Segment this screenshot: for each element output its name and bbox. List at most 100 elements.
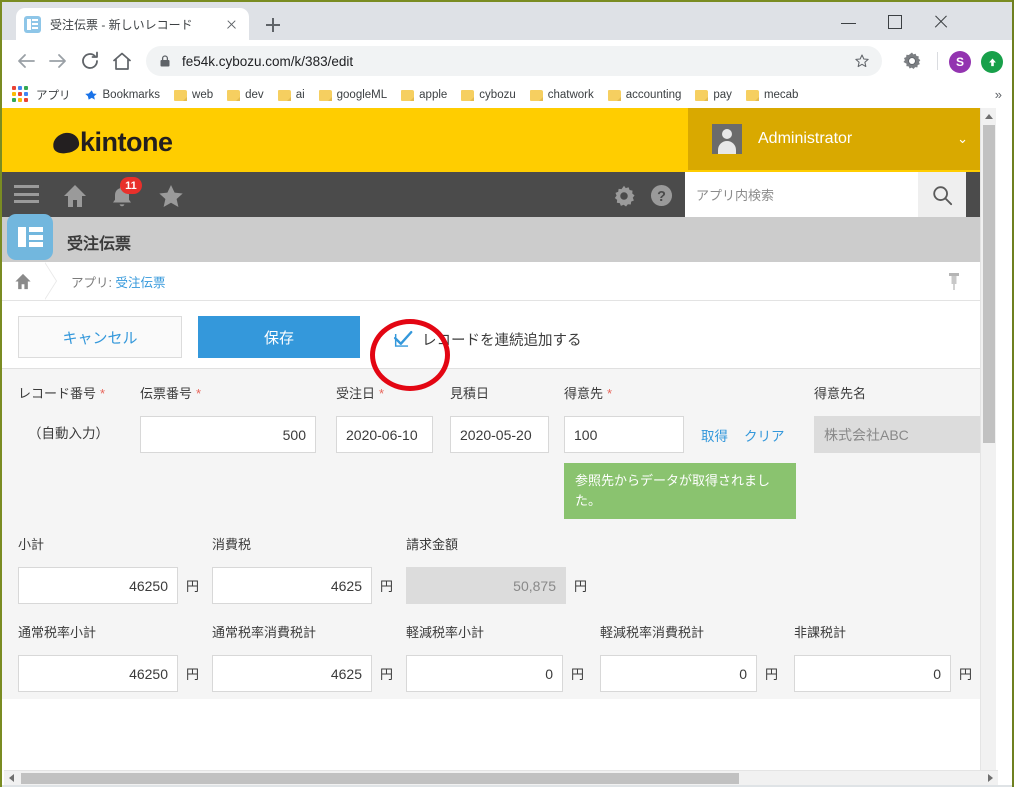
standard-tax-input[interactable]: 4625 <box>212 655 372 692</box>
user-menu[interactable]: Administrator ⌄ <box>688 108 996 170</box>
breadcrumb-separator <box>44 262 57 300</box>
extensions-gear-icon[interactable] <box>902 51 922 71</box>
lookup-clear-link[interactable]: クリア <box>744 425 785 445</box>
field-customer-name: 得意先名 株式会社ABC <box>814 383 992 453</box>
bookmark-label: cybozu <box>479 89 516 101</box>
profile-avatar[interactable]: S <box>949 51 971 73</box>
bookmark-bookmarks[interactable]: Bookmarks <box>84 89 161 102</box>
kintone-logo-text: kintone <box>80 127 173 157</box>
back-icon[interactable] <box>14 49 38 73</box>
new-tab-icon[interactable] <box>260 12 286 38</box>
browser-toolbar: fe54k.cybozu.com/k/383/edit S <box>2 40 1012 82</box>
avatar <box>712 124 742 154</box>
search-icon <box>933 185 953 205</box>
close-tab-icon[interactable] <box>221 14 241 34</box>
search-button[interactable] <box>918 172 966 217</box>
field-label: 伝票番号 * <box>140 386 202 401</box>
standard-subtotal-input[interactable]: 46250 <box>18 655 178 692</box>
folder-icon <box>529 89 543 101</box>
cancel-button[interactable]: キャンセル <box>18 316 182 358</box>
customer-code-input[interactable]: 100 <box>564 416 684 453</box>
scrollbar-thumb-horizontal[interactable] <box>21 773 739 784</box>
quote-date-input[interactable]: 2020-05-20 <box>450 416 549 453</box>
field-label: 得意先 * <box>564 386 613 401</box>
field-label: 通常税率消費税計 <box>212 625 317 640</box>
app-title: 受注伝票 <box>67 236 132 253</box>
lookup-fetch-link[interactable]: 取得 <box>701 425 728 445</box>
bookmark-accounting[interactable]: accounting <box>607 89 681 101</box>
reload-icon[interactable] <box>78 49 102 73</box>
menu-icon[interactable] <box>14 184 39 205</box>
save-button[interactable]: 保存 <box>198 316 360 358</box>
favorites-star-icon[interactable] <box>158 184 184 209</box>
page-scrollbar-vertical[interactable] <box>980 108 996 785</box>
reduced-tax-input[interactable]: 0 <box>600 655 757 692</box>
order-date-input[interactable]: 2020-06-10 <box>336 416 433 453</box>
field-label: 小計 <box>18 537 45 552</box>
unit-label: 円 <box>959 667 973 682</box>
update-browser-button[interactable] <box>981 51 1003 73</box>
breadcrumb-app-link[interactable]: 受注伝票 <box>115 276 165 290</box>
breadcrumb-prefix: アプリ: <box>71 275 112 290</box>
user-name: Administrator <box>758 130 853 147</box>
bookmark-web[interactable]: web <box>174 89 213 101</box>
tax-input[interactable]: 4625 <box>212 567 372 604</box>
scroll-left-icon[interactable] <box>4 771 19 785</box>
home-icon[interactable] <box>62 184 88 208</box>
reduced-subtotal-input[interactable]: 0 <box>406 655 563 692</box>
field-slip-number: 伝票番号 * 500 <box>140 383 316 453</box>
folder-icon <box>318 89 332 101</box>
forward-icon[interactable] <box>46 49 70 73</box>
pin-icon[interactable] <box>946 272 962 291</box>
field-record-number: レコード番号 * （自動入力） <box>18 383 109 442</box>
kintone-logo-icon <box>51 130 81 155</box>
subtotal-input[interactable]: 46250 <box>18 567 178 604</box>
slip-number-input[interactable]: 500 <box>140 416 316 453</box>
scrollbar-thumb[interactable] <box>983 125 995 443</box>
kintone-logo[interactable]: kintone <box>51 127 173 158</box>
kintone-header: kintone Administrator ⌄ <box>2 108 996 170</box>
address-bar[interactable]: fe54k.cybozu.com/k/383/edit <box>146 46 882 76</box>
bookmark-star-icon[interactable] <box>854 53 870 69</box>
svg-text:?: ? <box>657 189 666 205</box>
bookmark-apple[interactable]: apple <box>401 89 447 101</box>
bookmark-chatwork[interactable]: chatwork <box>529 89 594 101</box>
nontax-total-input[interactable]: 0 <box>794 655 951 692</box>
record-form: レコード番号 * （自動入力） 伝票番号 * 500 受注日 * 2020-06-10… <box>2 369 996 699</box>
bookmark-dev[interactable]: dev <box>227 89 264 101</box>
continuous-add-checkbox[interactable]: レコードを連続追加する <box>392 328 582 350</box>
bookmark-label: Bookmarks <box>102 89 161 101</box>
bookmark-pay[interactable]: pay <box>695 89 732 101</box>
required-marker: * <box>100 386 106 401</box>
breadcrumb-home-icon[interactable] <box>14 273 32 290</box>
settings-gear-icon[interactable] <box>613 185 635 207</box>
bookmark-googleml[interactable]: googleML <box>318 89 387 101</box>
page-scrollbar-horizontal[interactable] <box>4 770 998 785</box>
bookmark-mecab[interactable]: mecab <box>745 89 798 101</box>
bookmark-label: dev <box>245 89 264 101</box>
notifications-bell-icon[interactable]: 11 <box>110 177 142 209</box>
help-icon[interactable]: ? <box>650 184 673 207</box>
scroll-right-icon[interactable] <box>983 771 998 785</box>
folder-icon <box>174 89 188 101</box>
home-icon[interactable] <box>110 49 134 73</box>
minimize-window-button[interactable] <box>826 4 872 38</box>
tab-strip: 受注伝票 - 新しいレコード <box>2 2 1012 40</box>
field-label: 非課税計 <box>794 625 847 640</box>
scroll-up-icon[interactable] <box>981 108 997 124</box>
field-label: 見積日 <box>450 386 490 401</box>
page-viewport: kintone Administrator ⌄ 11 ? アプリ内検索 受注伝票… <box>2 108 1012 785</box>
chevron-down-icon: ⌄ <box>957 131 968 146</box>
field-label: レコード番号 * <box>18 386 106 401</box>
record-action-bar: キャンセル 保存 レコードを連続追加する <box>2 301 996 369</box>
bookmark-ai[interactable]: ai <box>277 89 305 101</box>
search-input[interactable]: アプリ内検索 <box>685 172 918 217</box>
close-window-button[interactable] <box>918 4 964 38</box>
kintone-app: kintone Administrator ⌄ 11 ? アプリ内検索 受注伝票… <box>2 108 996 785</box>
bookmark-cybozu[interactable]: cybozu <box>461 89 516 101</box>
bookmark-apps[interactable]: アプリ <box>12 86 71 104</box>
field-customer-code: 得意先 * 100 取得 クリア 参照先からデータが取得されました。 <box>564 383 796 519</box>
maximize-window-button[interactable] <box>872 4 918 38</box>
bookmarks-overflow-icon[interactable]: » <box>995 87 1002 102</box>
browser-tab[interactable]: 受注伝票 - 新しいレコード <box>16 8 249 40</box>
